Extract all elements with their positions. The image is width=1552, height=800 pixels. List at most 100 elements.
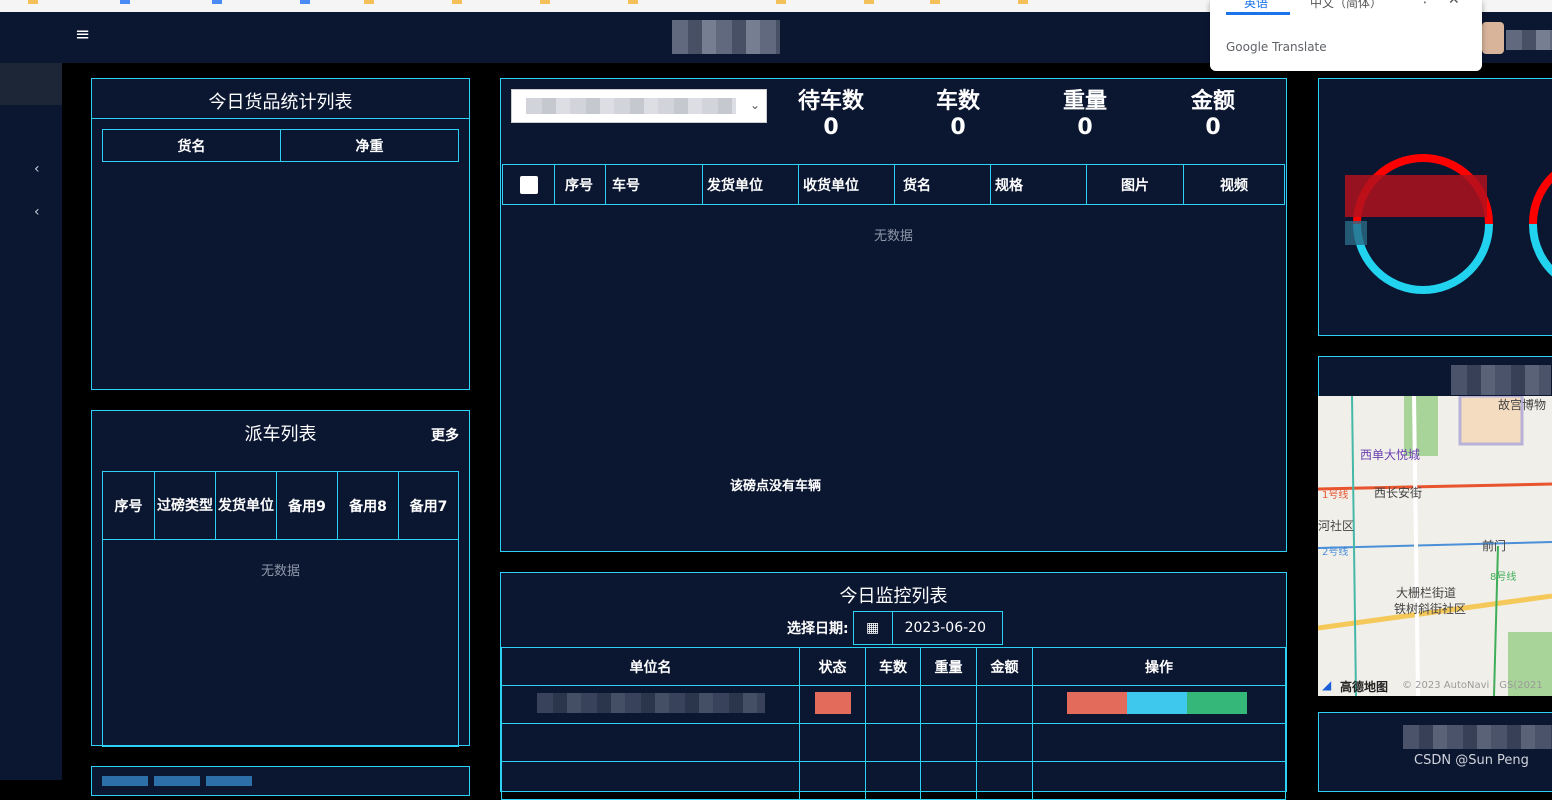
column-header[interactable]: 净重 xyxy=(280,129,459,162)
stat-label: 重量 xyxy=(1062,89,1107,114)
more-options-icon[interactable]: ⋮ xyxy=(1418,0,1432,6)
goods-statistics-panel: 今日货品统计列表 货名 净重 xyxy=(91,78,470,390)
left-sidebar: ‹ ‹ xyxy=(0,63,62,780)
weigh-station-select[interactable]: ⌄ xyxy=(511,89,767,123)
unit-name-cell xyxy=(501,685,800,724)
column-header[interactable]: 金额 xyxy=(976,647,1033,686)
user-avatar[interactable] xyxy=(1482,22,1504,54)
column-header[interactable]: 发货单位 xyxy=(702,164,799,205)
calendar-icon[interactable]: ▦ xyxy=(852,611,893,645)
panel-button[interactable] xyxy=(154,776,200,786)
sidebar-collapse-chevron-icon[interactable]: ‹ xyxy=(34,204,40,220)
stat-label: 金额 xyxy=(1190,89,1235,114)
column-header[interactable]: 序号 xyxy=(102,471,155,540)
panel-button[interactable] xyxy=(102,776,148,786)
no-vehicle-message: 该磅点没有车辆 xyxy=(730,479,822,494)
vehicle-panel: ⌄ 待车数 0 车数 0 重量 0 金额 0 序号 车号 发货单位 收货单位 货… xyxy=(500,78,1287,552)
action-button-cyan[interactable] xyxy=(1127,691,1187,714)
title-divider xyxy=(92,118,469,119)
brand-translate: Translate xyxy=(1272,40,1327,54)
stat-value: 0 xyxy=(1205,115,1221,140)
column-header[interactable]: 视频 xyxy=(1183,164,1285,205)
more-link[interactable]: 更多 xyxy=(431,425,459,445)
date-input[interactable]: 2023-06-20 xyxy=(892,611,1003,645)
stat-amount: 金额 0 xyxy=(1153,89,1273,141)
map-label: 故宫博物 xyxy=(1498,398,1547,412)
column-header[interactable]: 备用9 xyxy=(276,471,338,540)
dispatch-list-panel: 派车列表 更多 序号 过磅类型 发货单位 备用9 备用8 备用7 无数据 xyxy=(91,410,470,747)
column-header[interactable]: 操作 xyxy=(1032,647,1286,686)
brand-google: Google xyxy=(1226,40,1269,54)
column-header[interactable]: 图片 xyxy=(1086,164,1184,205)
status-cell xyxy=(799,685,866,724)
action-button-red[interactable] xyxy=(1067,691,1127,714)
csdn-watermark: CSDN @Sun Peng xyxy=(1414,753,1529,768)
monitor-table: 单位名 状态 车数 重量 金额 操作 xyxy=(501,647,1286,800)
column-header[interactable]: 车号 xyxy=(605,164,703,205)
amount-cell xyxy=(976,685,1033,724)
chevron-down-icon: ⌄ xyxy=(749,98,760,112)
translate-tab-english[interactable]: 英语 xyxy=(1244,0,1268,11)
gauge-arc-red xyxy=(1528,171,1552,225)
select-all-checkbox[interactable] xyxy=(519,175,538,194)
map-label: 8号线 xyxy=(1490,572,1517,583)
column-header[interactable]: 备用7 xyxy=(398,471,459,540)
gauge-chart xyxy=(1345,154,1552,294)
column-header[interactable]: 备用8 xyxy=(337,471,399,540)
bottom-right-panel xyxy=(1318,712,1552,792)
gauge-sublabel-redacted xyxy=(1345,221,1367,245)
translate-tab-chinese[interactable]: 中文（简体） xyxy=(1310,0,1382,11)
map-road xyxy=(1351,396,1357,696)
empty-state-text: 无数据 xyxy=(260,564,300,579)
column-header[interactable]: 发货单位 xyxy=(215,471,277,540)
active-tab-indicator xyxy=(1226,12,1290,15)
sidebar-collapse-chevron-icon[interactable]: ‹ xyxy=(34,161,40,177)
date-picker: 选择日期: ▦ 2023-06-20 xyxy=(787,611,1003,645)
column-header[interactable]: 货名 xyxy=(102,129,281,162)
stat-value: 0 xyxy=(823,115,839,140)
map-view[interactable]: 故宫博物 西单大悦城 1号线 西长安街 河社区 前门 2号线 8号线 大栅栏街道… xyxy=(1318,396,1552,696)
table-row xyxy=(501,761,1286,800)
panel-button[interactable] xyxy=(206,776,252,786)
google-translate-brand: Google Translate xyxy=(1226,40,1327,54)
vehicle-table: 序号 车号 发货单位 收货单位 货名 规格 图片 视频 xyxy=(502,164,1285,205)
map-title-redacted xyxy=(1451,365,1551,395)
count-cell xyxy=(865,685,921,724)
username-redacted xyxy=(1506,30,1552,50)
map-brand: 高德地图 xyxy=(1340,680,1389,694)
actions-cell xyxy=(1032,685,1286,724)
action-button-green[interactable] xyxy=(1187,691,1247,714)
stat-value: 0 xyxy=(950,115,966,140)
stat-waiting-vehicles: 待车数 0 xyxy=(771,89,891,141)
stat-value: 0 xyxy=(1077,115,1093,140)
vehicle-table-empty-text: 无数据 xyxy=(873,229,913,244)
gauge-arc-cyan xyxy=(1528,223,1552,277)
panel-title-redacted xyxy=(1403,725,1552,749)
column-header[interactable]: 过磅类型 xyxy=(154,471,216,540)
table-row xyxy=(501,685,1286,724)
select-all-cell xyxy=(502,164,555,205)
hamburger-menu-icon[interactable]: ≡ xyxy=(75,26,90,44)
stat-label: 待车数 xyxy=(797,89,864,114)
date-label: 选择日期: xyxy=(787,621,849,637)
panel-title: 派车列表 xyxy=(244,424,317,445)
unit-name-redacted xyxy=(536,692,765,713)
map-label: 河社区 xyxy=(1318,519,1355,533)
close-icon[interactable]: ✕ xyxy=(1448,0,1460,8)
gauge-label-redacted xyxy=(1345,175,1487,217)
amap-logo-icon: ◢ xyxy=(1322,678,1332,692)
sidebar-selected-item[interactable] xyxy=(0,63,62,105)
column-header[interactable]: 车数 xyxy=(865,647,921,686)
column-header[interactable]: 状态 xyxy=(799,647,866,686)
column-header[interactable]: 单位名 xyxy=(501,647,800,686)
gauge-panel xyxy=(1318,78,1552,336)
column-header[interactable]: 重量 xyxy=(920,647,977,686)
column-header[interactable]: 货名 xyxy=(894,164,991,205)
map-label: 1号线 xyxy=(1322,490,1349,501)
column-header[interactable]: 收货单位 xyxy=(798,164,895,205)
map-label: 铁树斜街社区 xyxy=(1394,602,1467,616)
empty-state: 无数据 xyxy=(102,539,459,747)
column-header[interactable]: 规格 xyxy=(990,164,1087,205)
column-header[interactable]: 序号 xyxy=(554,164,606,205)
stat-weight: 重量 0 xyxy=(1025,89,1145,141)
